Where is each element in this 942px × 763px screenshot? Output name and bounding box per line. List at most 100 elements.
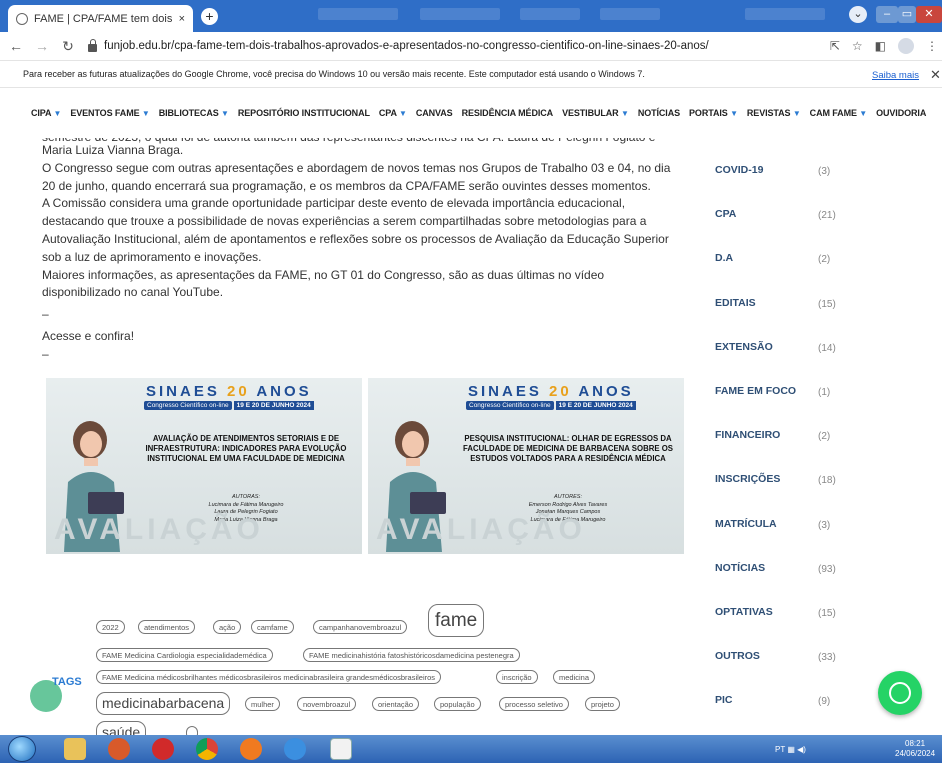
- firefox-icon[interactable]: [240, 738, 262, 760]
- tag-link[interactable]: camfame: [251, 620, 294, 634]
- chrome-icon[interactable]: [196, 738, 218, 760]
- clock-time: 08:21: [905, 739, 926, 748]
- tag-link[interactable]: 2022: [96, 620, 125, 634]
- nav-item-canvas[interactable]: CANVAS: [416, 108, 453, 118]
- tag-link[interactable]: fame: [428, 604, 485, 637]
- blurred-tab: [420, 8, 500, 20]
- nav-item-cpa[interactable]: CPA ▼: [379, 108, 407, 118]
- category-count: (14): [818, 342, 836, 354]
- nav-item-portais[interactable]: PORTAIS ▼: [689, 108, 738, 118]
- blurred-tab: [318, 8, 398, 20]
- url-text: funjob.edu.br/cpa-fame-tem-dois-trabalho…: [104, 40, 709, 52]
- bookmark-star-icon[interactable]: ☆: [852, 39, 863, 53]
- nav-item-bibliotecas[interactable]: BIBLIOTECAS ▼: [159, 108, 229, 118]
- nav-item-label: REVISTAS: [746, 108, 791, 118]
- category-link[interactable]: EDITAIS: [715, 297, 756, 309]
- category-link[interactable]: INSCRIÇÕES: [715, 473, 780, 485]
- tag-link[interactable]: FAME Medicina médicosbrilhantes médicosb…: [96, 670, 442, 684]
- language-indicator[interactable]: PT: [775, 745, 785, 754]
- tag-link[interactable]: mulher: [245, 697, 280, 711]
- tag-link[interactable]: medicinabarbacena: [96, 692, 231, 715]
- nav-item-cam-fame[interactable]: CAM FAME ▼: [809, 108, 868, 118]
- congress-subtitle: Congresso Científico on-line 19 E 20 DE J…: [466, 401, 636, 410]
- opera-icon[interactable]: [152, 738, 174, 760]
- explorer-icon[interactable]: [64, 738, 86, 760]
- dropdown-arrow-icon: ▼: [141, 109, 150, 118]
- close-window-button[interactable]: ✕: [916, 6, 942, 23]
- tag-link[interactable]: campanhanovembroazul: [313, 620, 408, 634]
- network-icon[interactable]: ▦: [787, 745, 795, 754]
- category-count: (2): [818, 254, 831, 266]
- category-link[interactable]: FAME EM FOCO: [715, 385, 796, 397]
- learn-more-link[interactable]: Saiba mais: [872, 70, 919, 81]
- address-bar[interactable]: funjob.edu.br/cpa-fame-tem-dois-trabalho…: [88, 38, 709, 52]
- article-dash: –: [42, 346, 49, 361]
- sinaes-logo: SINAES 20 ANOS: [468, 383, 634, 400]
- profile-avatar[interactable]: [898, 38, 914, 54]
- category-link[interactable]: FINANCEIRO: [715, 429, 780, 441]
- tag-link[interactable]: orientação: [372, 697, 420, 711]
- nav-item-eventos-fame[interactable]: EVENTOS FAME ▼: [70, 108, 149, 118]
- category-link[interactable]: EXTENSÃO: [715, 341, 773, 353]
- maximize-button[interactable]: ▭: [898, 6, 916, 23]
- tag-link[interactable]: projeto: [585, 697, 620, 711]
- infobar-close-icon[interactable]: ✕: [930, 67, 941, 83]
- side-panel-icon[interactable]: ◧: [875, 39, 886, 53]
- category-link[interactable]: MATRÍCULA: [715, 518, 777, 530]
- share-icon[interactable]: ⇱: [830, 39, 840, 53]
- nav-item-label: BIBLIOTECAS: [158, 108, 219, 118]
- start-button[interactable]: [8, 736, 36, 762]
- category-link[interactable]: OUTROS: [715, 650, 760, 662]
- presentation-banner[interactable]: SINAES 20 ANOS Congresso Científico on-l…: [368, 378, 684, 554]
- nav-item-revistas[interactable]: REVISTAS ▼: [747, 108, 801, 118]
- tab-close-icon[interactable]: ×: [179, 13, 185, 25]
- menu-icon[interactable]: ⋮: [926, 39, 938, 53]
- dropdown-arrow-icon: ▼: [730, 109, 738, 118]
- volume-icon[interactable]: ◀): [797, 745, 806, 754]
- clock[interactable]: 08:21 24/06/2024: [895, 739, 935, 759]
- tag-link[interactable]: população: [434, 697, 481, 711]
- category-link[interactable]: NOTÍCIAS: [715, 562, 765, 574]
- tag-link[interactable]: FAME medicinahistória fatoshistóricosdam…: [303, 648, 520, 662]
- tab-search-icon[interactable]: ⌄: [849, 6, 867, 23]
- forward-icon[interactable]: →: [32, 38, 52, 54]
- category-link[interactable]: COVID-19: [715, 164, 763, 176]
- category-link[interactable]: CPA: [715, 208, 736, 220]
- word-icon[interactable]: [330, 738, 352, 760]
- minimize-button[interactable]: ‒: [876, 6, 898, 23]
- site-navigation: CIPA ▼ EVENTOS FAME ▼ BIBLIOTECAS ▼ REPOSIT…: [0, 88, 942, 142]
- back-icon[interactable]: ←: [6, 38, 26, 54]
- category-count: (9): [818, 696, 831, 708]
- dropdown-arrow-icon: ▼: [859, 109, 868, 118]
- presentation-banner[interactable]: SINAES 20 ANOS Congresso Científico on-l…: [46, 378, 362, 554]
- tag-link[interactable]: processo seletivo: [499, 697, 569, 711]
- reload-icon[interactable]: ↻: [58, 38, 78, 55]
- tag-link[interactable]: atendimentos: [138, 620, 196, 634]
- tag-link[interactable]: inscrição: [496, 670, 538, 684]
- article-paragraph: Maria Luiza Vianna Braga.: [42, 143, 184, 157]
- article-paragraph: O Congresso segue com outras apresentaçõ…: [42, 160, 671, 193]
- category-link[interactable]: OPTATIVAS: [715, 606, 773, 618]
- browser-tab-active[interactable]: FAME | CPA/FAME tem dois trabalh ×: [8, 5, 193, 32]
- nav-item-ouvidoria[interactable]: OUVIDORIA: [876, 108, 926, 118]
- nav-item-repositório-institucional[interactable]: REPOSITÓRIO INSTITUCIONAL: [238, 108, 370, 118]
- tab-title: FAME | CPA/FAME tem dois trabalh: [34, 12, 175, 25]
- nav-item-label: CAM FAME: [809, 108, 857, 118]
- media-player-icon[interactable]: [108, 738, 130, 760]
- new-tab-button[interactable]: +: [201, 8, 218, 25]
- tag-link[interactable]: novembroazul: [297, 697, 357, 711]
- tag-link[interactable]: medicina: [553, 670, 596, 684]
- tag-link[interactable]: FAME Medicina Cardiologia especialidadem…: [96, 648, 273, 662]
- presentation-title: PESQUISA INSTITUCIONAL: OLHAR DE EGRESSO…: [463, 434, 673, 463]
- ie-icon[interactable]: [284, 738, 306, 760]
- whatsapp-icon[interactable]: [878, 671, 922, 715]
- nav-menu: CIPA ▼ EVENTOS FAME ▼ BIBLIOTECAS ▼ REPOSIT…: [31, 108, 935, 118]
- lock-icon: [88, 38, 97, 52]
- nav-item-residência-médica[interactable]: RESIDÊNCIA MÉDICA: [462, 108, 554, 118]
- nav-item-notícias[interactable]: NOTÍCIAS: [638, 108, 680, 118]
- nav-item-vestibular[interactable]: VESTIBULAR ▼: [562, 108, 629, 118]
- tag-link[interactable]: ação: [213, 620, 242, 634]
- nav-item-cipa[interactable]: CIPA ▼: [31, 108, 61, 118]
- category-link[interactable]: D.A: [715, 252, 733, 264]
- category-link[interactable]: PIC: [715, 694, 733, 706]
